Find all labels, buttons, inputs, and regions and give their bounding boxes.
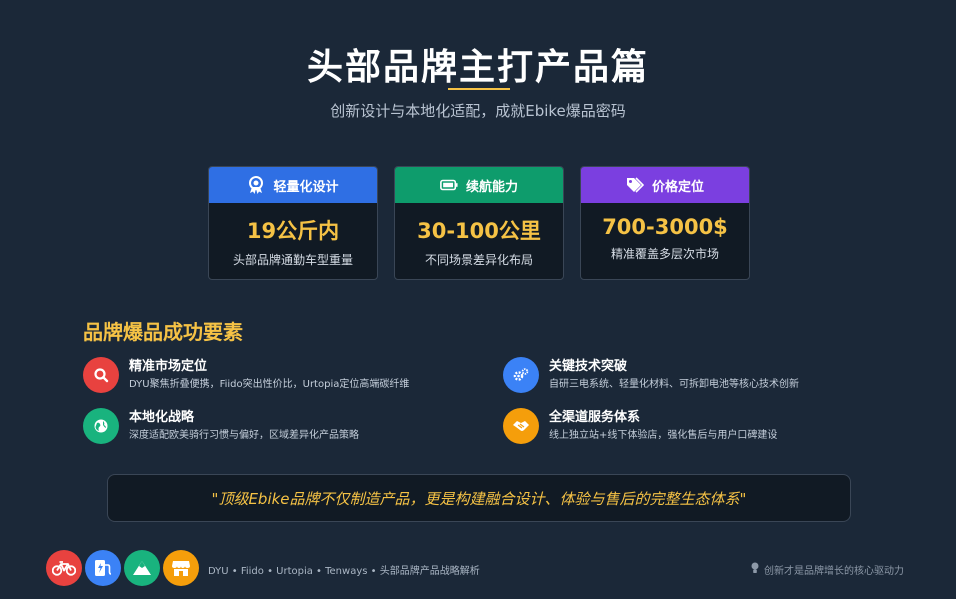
page-title: 头部品牌主打产品篇 [306,47,649,88]
battery-icon [440,176,458,194]
page-subtitle: 创新设计与本地化适配，成就Ebike爆品密码 [330,102,626,120]
lightbulb-icon [751,562,759,577]
factor-omnichannel: 全渠道服务体系 线上独立站+线下体验店，强化售后与用户口碑建设 [503,408,777,445]
charging-station-icon [85,550,121,586]
card-value: 30-100公里 [417,219,541,243]
factor-desc: 自研三电系统、轻量化材料、可拆卸电池等核心技术创新 [549,379,799,390]
footer-tagline: 创新才是品牌增长的核心驱动力 [751,562,904,577]
card-value: 19公斤内 [246,219,340,243]
card-header: 轻量化设计 [209,167,377,203]
card-header: 价格定位 [581,167,749,203]
award-icon [247,176,265,194]
card-label: 续航能力 [465,179,518,195]
card-value: 700-3000$ [602,215,728,239]
card-desc: 头部品牌通勤车型重量 [232,253,353,267]
stat-card-price: 价格定位 700-3000$ 精准覆盖多层次市场 [580,166,750,280]
stat-card-range: 续航能力 30-100公里 不同场景差异化布局 [394,166,564,280]
footer-brands-text: DYU • Fiido • Urtopia • Tenways • 头部品牌产品… [208,566,480,577]
factor-desc: DYU聚焦折叠便携，Fiido突出性价比，Urtopia定位高端碳纤维 [129,379,410,390]
factor-desc: 线上独立站+线下体验店，强化售后与用户口碑建设 [549,430,778,441]
factor-title: 精准市场定位 [129,359,208,374]
bicycle-icon [46,550,82,586]
mountain-icon [124,550,160,586]
factor-title: 本地化战略 [129,410,195,425]
factor-market-positioning: 精准市场定位 DYU聚焦折叠便携，Fiido突出性价比，Urtopia定位高端碳… [83,357,409,394]
stat-card-weight: 轻量化设计 19公斤内 头部品牌通勤车型重量 [208,166,378,280]
globe-icon [83,408,119,444]
handshake-icon [503,408,539,444]
quote-text: "顶级Ebike品牌不仅制造产品，更是构建融合设计、体验与售后的完整生态体系" [211,489,747,508]
factor-tech-breakthrough: 关键技术突破 自研三电系统、轻量化材料、可拆卸电池等核心技术创新 [503,357,799,394]
section-title: 品牌爆品成功要素 [83,320,243,344]
tags-icon [626,176,644,194]
brand-logos [46,550,199,586]
factor-title: 全渠道服务体系 [549,410,641,425]
store-icon [163,550,199,586]
card-desc: 不同场景差异化布局 [424,253,533,267]
card-label: 价格定位 [651,179,704,195]
search-icon [83,357,119,393]
card-desc: 精准覆盖多层次市场 [610,247,719,261]
tagline-text: 创新才是品牌增长的核心驱动力 [764,566,904,577]
title-underline [448,88,510,90]
cogs-icon [503,357,539,393]
card-header: 续航能力 [395,167,563,203]
factor-desc: 深度适配欧美骑行习惯与偏好，区域差异化产品策略 [129,430,359,441]
card-label: 轻量化设计 [273,179,339,195]
quote-box: "顶级Ebike品牌不仅制造产品，更是构建融合设计、体验与售后的完整生态体系" [107,474,851,522]
factor-title: 关键技术突破 [549,359,628,374]
factor-localization: 本地化战略 深度适配欧美骑行习惯与偏好，区域差异化产品策略 [83,408,359,445]
